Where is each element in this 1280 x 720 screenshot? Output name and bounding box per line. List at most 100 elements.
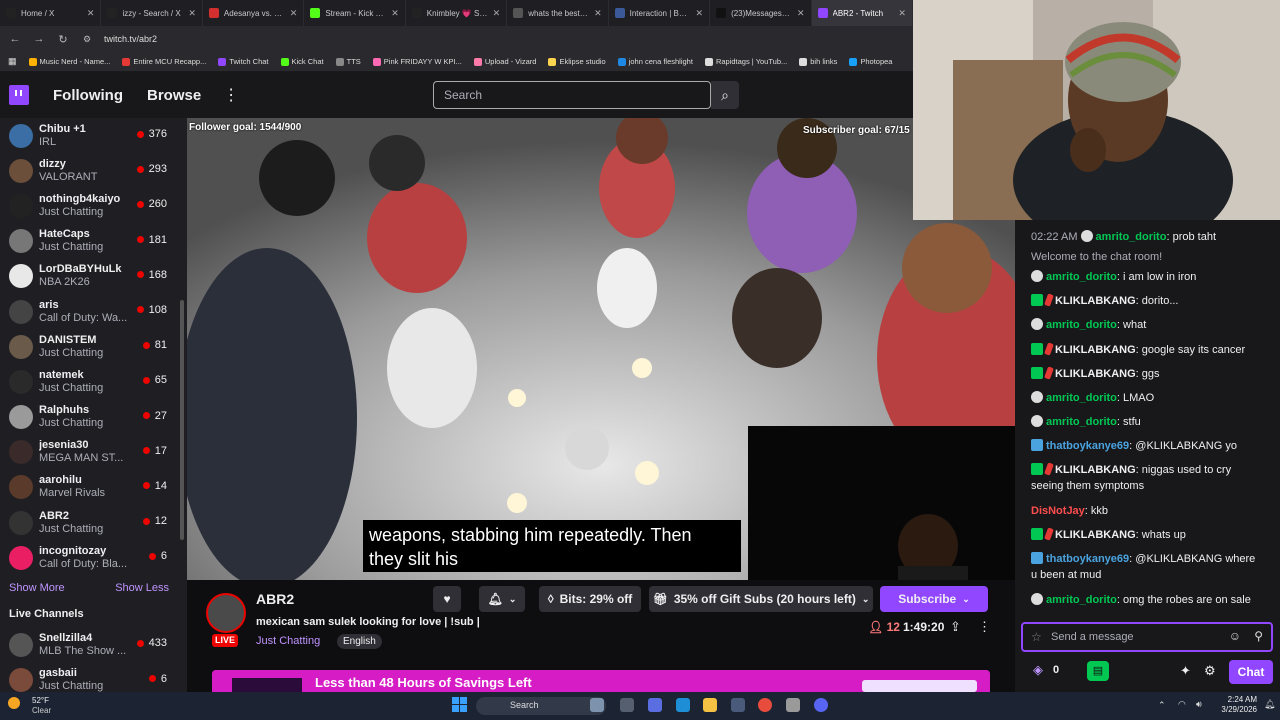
url-field[interactable]: twitch.tv/abr2 [104,34,157,44]
browser-tab[interactable]: Home / X ✕ [0,0,102,26]
store-icon[interactable] [731,698,745,712]
bookmark-item[interactable]: Eklipse studio [548,57,606,66]
settings-gear-icon[interactable]: ⚙ [1204,663,1216,679]
cheer-badge-icon[interactable] [1044,293,1054,307]
chat-username[interactable]: DisNotJay [1031,505,1085,517]
show-more-link[interactable]: Show More [9,582,65,594]
apps-icon[interactable]: ▦ [8,56,17,67]
following-link[interactable]: Following [53,87,123,104]
star-icon[interactable]: ☆ [1031,630,1042,644]
app-icon[interactable] [648,698,662,712]
chat-message-input[interactable]: ☆ Send a message ☺ ⚲ [1021,622,1273,652]
cheer-badge-icon[interactable] [1044,342,1054,356]
close-tab-icon[interactable]: ✕ [696,8,704,19]
clock-date[interactable]: 3/29/2026 [1213,705,1257,714]
chat-username[interactable]: KLIKLABKANG [1055,529,1136,541]
bookmark-item[interactable]: john cena fleshlight [617,57,693,66]
sidebar-channel-item[interactable]: Snellzilla4 MLB The Show ... 433 [0,627,187,662]
browse-link[interactable]: Browse [147,87,201,104]
gift-subs-button[interactable]: 🎁︎ 35% off Gift Subs (20 hours left) ⌄ [649,586,873,612]
browser-tab[interactable]: ABR2 - Twitch ✕ [811,0,913,26]
skull-badge-icon[interactable] [1080,230,1093,242]
chat-username[interactable]: amrito_dorito [1046,319,1117,331]
language-tag[interactable]: English [337,634,382,649]
close-tab-icon[interactable]: ✕ [898,8,906,19]
chat-send-button[interactable]: Chat [1229,660,1273,684]
subscribe-button[interactable]: Subscribe ⌄ [880,586,988,612]
weather-icon[interactable] [8,697,20,709]
chat-username[interactable]: amrito_dorito [1046,594,1117,606]
more-menu-icon[interactable]: ⋮ [223,85,239,105]
close-tab-icon[interactable]: ✕ [87,8,95,19]
skull-badge-icon[interactable] [1031,391,1043,403]
bookmark-item[interactable]: Kick Chat [280,57,324,66]
task-view-icon[interactable] [620,698,634,712]
moderator-badge-icon[interactable] [1031,367,1043,379]
windows-start-icon[interactable] [452,697,467,712]
sidebar-channel-item[interactable]: LorDBaBYHuLk NBA 2K26 168 [0,259,187,294]
moderator-badge-icon[interactable] [1031,343,1043,355]
browser-tab[interactable]: whats the best fin... ✕ [507,0,609,26]
edge-icon[interactable] [676,698,690,712]
chat-username[interactable]: KLIKLABKANG [1055,295,1136,307]
follow-button[interactable]: ♥ [433,586,461,612]
twitch-logo-icon[interactable] [9,85,29,105]
wifi-icon[interactable]: ◠ [1178,699,1186,710]
skull-badge-icon[interactable] [1031,415,1043,427]
share-icon[interactable]: ⇪ [950,619,961,635]
streamer-avatar[interactable] [206,593,246,633]
forward-icon[interactable]: → [32,33,46,45]
browser-tab[interactable]: Stream - Kick Das... ✕ [304,0,406,26]
close-tab-icon[interactable]: ✕ [188,8,196,19]
notifications-button[interactable]: 🔔︎ ⌄ [479,586,525,612]
back-icon[interactable]: ← [8,33,22,45]
sidebar-channel-item[interactable]: incognitozay Call of Duty: Bla... 6 [0,540,187,575]
notification-bell-icon[interactable]: 🔔︎ [1264,699,1275,710]
settings-app-icon[interactable] [786,698,800,712]
moderator-badge-icon[interactable] [1031,528,1043,540]
moderator-badge-icon[interactable] [1031,463,1043,475]
bookmark-item[interactable]: TTS [335,57,361,66]
site-info-icon[interactable]: ⚙ [80,34,94,45]
sidebar-channel-item[interactable]: HateCaps Just Chatting 181 [0,224,187,259]
skull-badge-icon[interactable] [1031,318,1043,330]
sidebar-channel-item[interactable]: natemek Just Chatting 65 [0,364,187,399]
chat-username[interactable]: KLIKLABKANG [1055,464,1136,476]
browser-tab[interactable]: Knimbley 💗 Sub... ✕ [406,0,508,26]
bits-button[interactable]: ◊ Bits: 29% off [539,586,641,612]
chat-username[interactable]: amrito_dorito [1096,231,1167,243]
sidebar-channel-item[interactable]: nothingb4kaiyo Just Chatting 260 [0,188,187,223]
chat-username[interactable]: KLIKLABKANG [1055,368,1136,380]
show-less-link[interactable]: Show Less [115,582,169,594]
sidebar-channel-item[interactable]: Chibu +1 IRL 376 [0,118,187,153]
browser-tab[interactable]: (23)Messages | Ti... ✕ [710,0,812,26]
reload-icon[interactable]: ↻ [56,33,70,46]
volume-icon[interactable]: 🔊︎ [1196,699,1202,710]
cheer-icon[interactable]: ✦ [1180,663,1191,679]
chrome-icon[interactable] [758,698,772,712]
chat-username[interactable]: thatboykanye69 [1046,440,1129,452]
chat-username[interactable]: amrito_dorito [1046,416,1117,428]
extension-icon[interactable]: ⚲ [1254,629,1263,643]
taskbar-search[interactable]: Search [476,697,606,715]
bookmark-item[interactable]: Music Nerd - Name... [28,57,110,66]
close-tab-icon[interactable]: ✕ [290,8,298,19]
sidebar-channel-item[interactable]: Ralphuhs Just Chatting 27 [0,400,187,435]
chat-username[interactable]: KLIKLABKANG [1055,344,1136,356]
emote-icon[interactable]: ☺ [1229,629,1241,643]
verified-badge-icon[interactable] [1031,439,1043,451]
channel-points-icon[interactable]: ◈ [1033,662,1043,678]
bookmark-item[interactable]: Twitch Chat [218,57,269,66]
tray-chevron-icon[interactable]: ⌃ [1158,700,1166,711]
sidebar-channel-item[interactable]: gasbaii Just Chatting 6 [0,663,187,692]
chat-username[interactable]: amrito_dorito [1046,392,1117,404]
sidebar-channel-item[interactable]: jesenia30 MEGA MAN ST... 17 [0,435,187,470]
close-tab-icon[interactable]: ✕ [391,8,399,19]
cheer-badge-icon[interactable] [1044,462,1054,476]
bookmark-item[interactable]: bih links [799,57,837,66]
discord-icon[interactable] [814,698,828,712]
bookmark-item[interactable]: Photopea [849,57,892,66]
moderator-badge-icon[interactable] [1031,294,1043,306]
bookmark-item[interactable]: Rapidtags | YouTub... [704,57,787,66]
skull-badge-icon[interactable] [1031,270,1043,282]
